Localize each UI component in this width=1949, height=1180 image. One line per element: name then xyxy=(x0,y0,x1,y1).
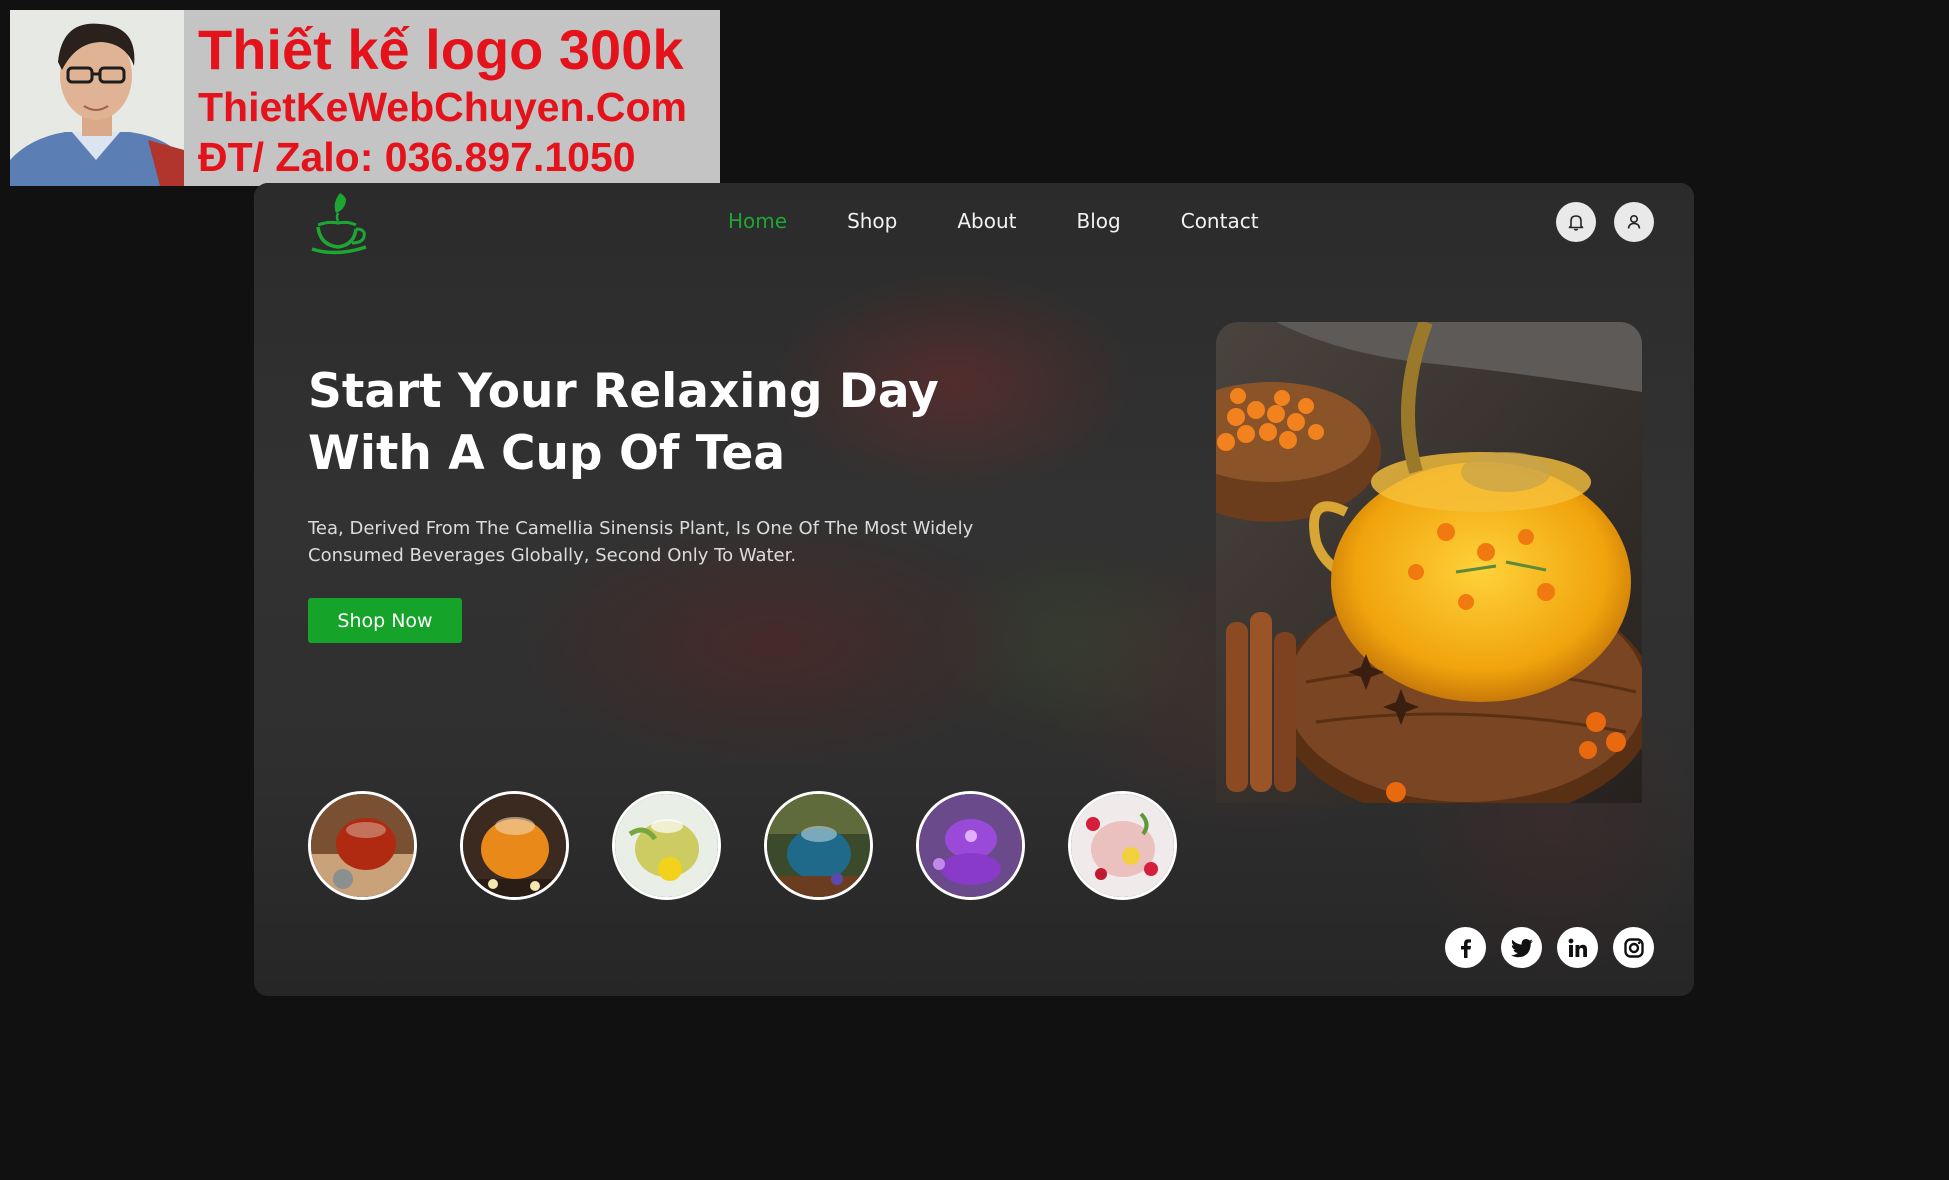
tea-cup-logo-icon[interactable] xyxy=(304,187,370,259)
hero-title-line2: With A Cup Of Tea xyxy=(308,426,786,481)
user-icon xyxy=(1627,214,1641,229)
hero-title-line1: Start Your Relaxing Day xyxy=(308,364,939,419)
ad-headline: Thiết kế logo 300k xyxy=(198,18,684,81)
nav-home[interactable]: Home xyxy=(728,209,787,233)
nav-shop[interactable]: Shop xyxy=(847,209,897,233)
thumbnail-blue-tea[interactable] xyxy=(764,791,873,900)
instagram-button[interactable] xyxy=(1613,927,1654,968)
hero-title: Start Your Relaxing Day With A Cup Of Te… xyxy=(308,361,1028,485)
nav-blog[interactable]: Blog xyxy=(1077,209,1121,233)
hero-description-line2: Consumed Beverages Globally, Second Only… xyxy=(308,545,797,566)
ad-banner[interactable]: Thiết kế logo 300k ThietKeWebChuyen.Com … xyxy=(10,10,720,186)
facebook-icon xyxy=(1460,938,1471,958)
bell-icon xyxy=(1568,215,1584,231)
ad-website[interactable]: ThietKeWebChuyen.Com xyxy=(198,82,687,132)
notification-button[interactable] xyxy=(1556,202,1596,242)
ad-phone[interactable]: ĐT/ Zalo: 036.897.1050 xyxy=(198,132,687,182)
thumbnail-red-tea[interactable] xyxy=(308,791,417,900)
instagram-icon xyxy=(1623,937,1644,958)
linkedin-button[interactable] xyxy=(1557,927,1598,968)
thumbnail-amber-tea[interactable] xyxy=(460,791,569,900)
ad-portrait-photo xyxy=(10,10,184,186)
nav-contact[interactable]: Contact xyxy=(1181,209,1259,233)
thumbnail-purple-tea[interactable] xyxy=(916,791,1025,900)
hero-description-line1: Tea, Derived From The Camellia Sinensis … xyxy=(308,518,974,539)
twitter-icon xyxy=(1510,938,1533,957)
facebook-button[interactable] xyxy=(1445,927,1486,968)
main-nav: Home Shop About Blog Contact xyxy=(728,209,1319,233)
shop-now-button[interactable]: Shop Now xyxy=(308,598,462,643)
thumbnail-berry-tea[interactable] xyxy=(1068,791,1177,900)
hero-card: Home Shop About Blog Contact Start Your … xyxy=(254,183,1694,996)
account-button[interactable] xyxy=(1614,202,1654,242)
teapot-hero-image xyxy=(1216,322,1642,803)
linkedin-icon xyxy=(1568,938,1587,957)
nav-about[interactable]: About xyxy=(957,209,1016,233)
twitter-button[interactable] xyxy=(1501,927,1542,968)
thumbnail-lemon-green-tea[interactable] xyxy=(612,791,721,900)
tea-thumbnails xyxy=(308,791,1220,900)
hero-description: Tea, Derived From The Camellia Sinensis … xyxy=(308,515,1088,569)
